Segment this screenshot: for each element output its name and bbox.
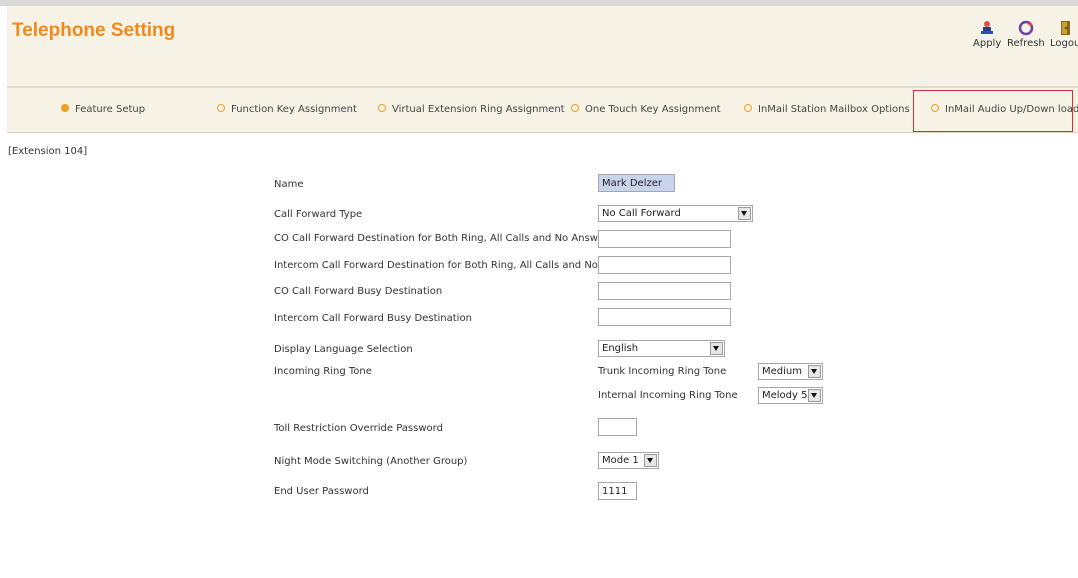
co-call-forward-destination-label: CO Call Forward Destination for Both Rin…: [274, 233, 609, 244]
co-call-forward-busy-input[interactable]: [598, 282, 731, 300]
chevron-down-icon[interactable]: [644, 454, 657, 467]
extension-label: [Extension 104]: [8, 146, 88, 157]
trunk-ring-tone-value: Medium: [762, 366, 802, 377]
radio-dot-icon: [744, 104, 752, 112]
tab-label: One Touch Key Assignment: [585, 104, 721, 115]
tab-feature-setup[interactable]: Feature Setup: [61, 104, 145, 115]
internal-ring-tone-select[interactable]: Melody 5: [758, 387, 823, 404]
refresh-button[interactable]: Refresh: [1007, 20, 1045, 49]
refresh-label: Refresh: [1007, 38, 1045, 49]
co-call-forward-busy-label: CO Call Forward Busy Destination: [274, 286, 443, 297]
toll-restriction-password-label: Toll Restriction Override Password: [274, 423, 443, 434]
tab-inmail-station-mailbox-options[interactable]: InMail Station Mailbox Options: [744, 104, 910, 115]
call-forward-type-select[interactable]: No Call Forward: [598, 205, 753, 222]
night-mode-switching-select[interactable]: Mode 1: [598, 452, 659, 469]
apply-icon: [981, 21, 994, 34]
internal-ring-tone-value: Melody 5: [762, 390, 808, 401]
refresh-icon: [1018, 20, 1034, 36]
call-forward-type-value: No Call Forward: [602, 208, 681, 219]
tab-label: Virtual Extension Ring Assignment: [392, 104, 565, 115]
name-label: Name: [274, 179, 304, 190]
trunk-ring-tone-label: Trunk Incoming Ring Tone: [598, 366, 727, 377]
header-bar: Telephone Setting Apply Refresh Logou: [7, 6, 1078, 86]
call-forward-type-label: Call Forward Type: [274, 209, 363, 220]
incoming-ring-tone-label: Incoming Ring Tone: [274, 366, 372, 377]
intercom-call-forward-busy-label: Intercom Call Forward Busy Destination: [274, 313, 472, 324]
radio-dot-icon: [378, 104, 386, 112]
co-call-forward-destination-input[interactable]: [598, 230, 731, 248]
trunk-ring-tone-select[interactable]: Medium: [758, 363, 823, 380]
chevron-down-icon[interactable]: [808, 365, 821, 378]
tab-one-touch-key-assignment[interactable]: One Touch Key Assignment: [571, 104, 721, 115]
name-input[interactable]: [598, 174, 675, 192]
end-user-password-input[interactable]: [598, 482, 637, 500]
chevron-down-icon[interactable]: [808, 389, 821, 402]
tab-virtual-extension-ring-assignment[interactable]: Virtual Extension Ring Assignment: [378, 104, 565, 115]
chevron-down-icon[interactable]: [710, 342, 723, 355]
apply-label: Apply: [973, 38, 1002, 49]
display-language-select[interactable]: English: [598, 340, 725, 357]
page-title: Telephone Setting: [12, 20, 176, 41]
internal-ring-tone-label: Internal Incoming Ring Tone: [598, 390, 738, 401]
intercom-call-forward-destination-input[interactable]: [598, 256, 731, 274]
intercom-call-forward-destination-label: Intercom Call Forward Destination for Bo…: [274, 260, 638, 271]
night-mode-switching-label: Night Mode Switching (Another Group): [274, 456, 468, 467]
tab-label: Feature Setup: [75, 104, 146, 115]
tab-highlight-box: [913, 90, 1073, 132]
radio-dot-icon: [571, 104, 579, 112]
toll-restriction-password-input[interactable]: [598, 418, 637, 436]
door-icon: [1061, 21, 1071, 35]
display-language-value: English: [602, 343, 639, 354]
logout-label: Logou: [1050, 38, 1078, 49]
night-mode-value: Mode 1: [602, 455, 639, 466]
tab-label: Function Key Assignment: [231, 104, 357, 115]
apply-button[interactable]: Apply: [973, 20, 1001, 49]
radio-dot-icon: [61, 104, 69, 112]
radio-dot-icon: [217, 104, 225, 112]
tab-function-key-assignment[interactable]: Function Key Assignment: [217, 104, 357, 115]
chevron-down-icon[interactable]: [738, 207, 751, 220]
display-language-label: Display Language Selection: [274, 344, 413, 355]
logout-button[interactable]: Logou: [1050, 20, 1078, 49]
end-user-password-label: End User Password: [274, 486, 369, 497]
tab-label: InMail Station Mailbox Options: [758, 104, 910, 115]
intercom-call-forward-busy-input[interactable]: [598, 308, 731, 326]
